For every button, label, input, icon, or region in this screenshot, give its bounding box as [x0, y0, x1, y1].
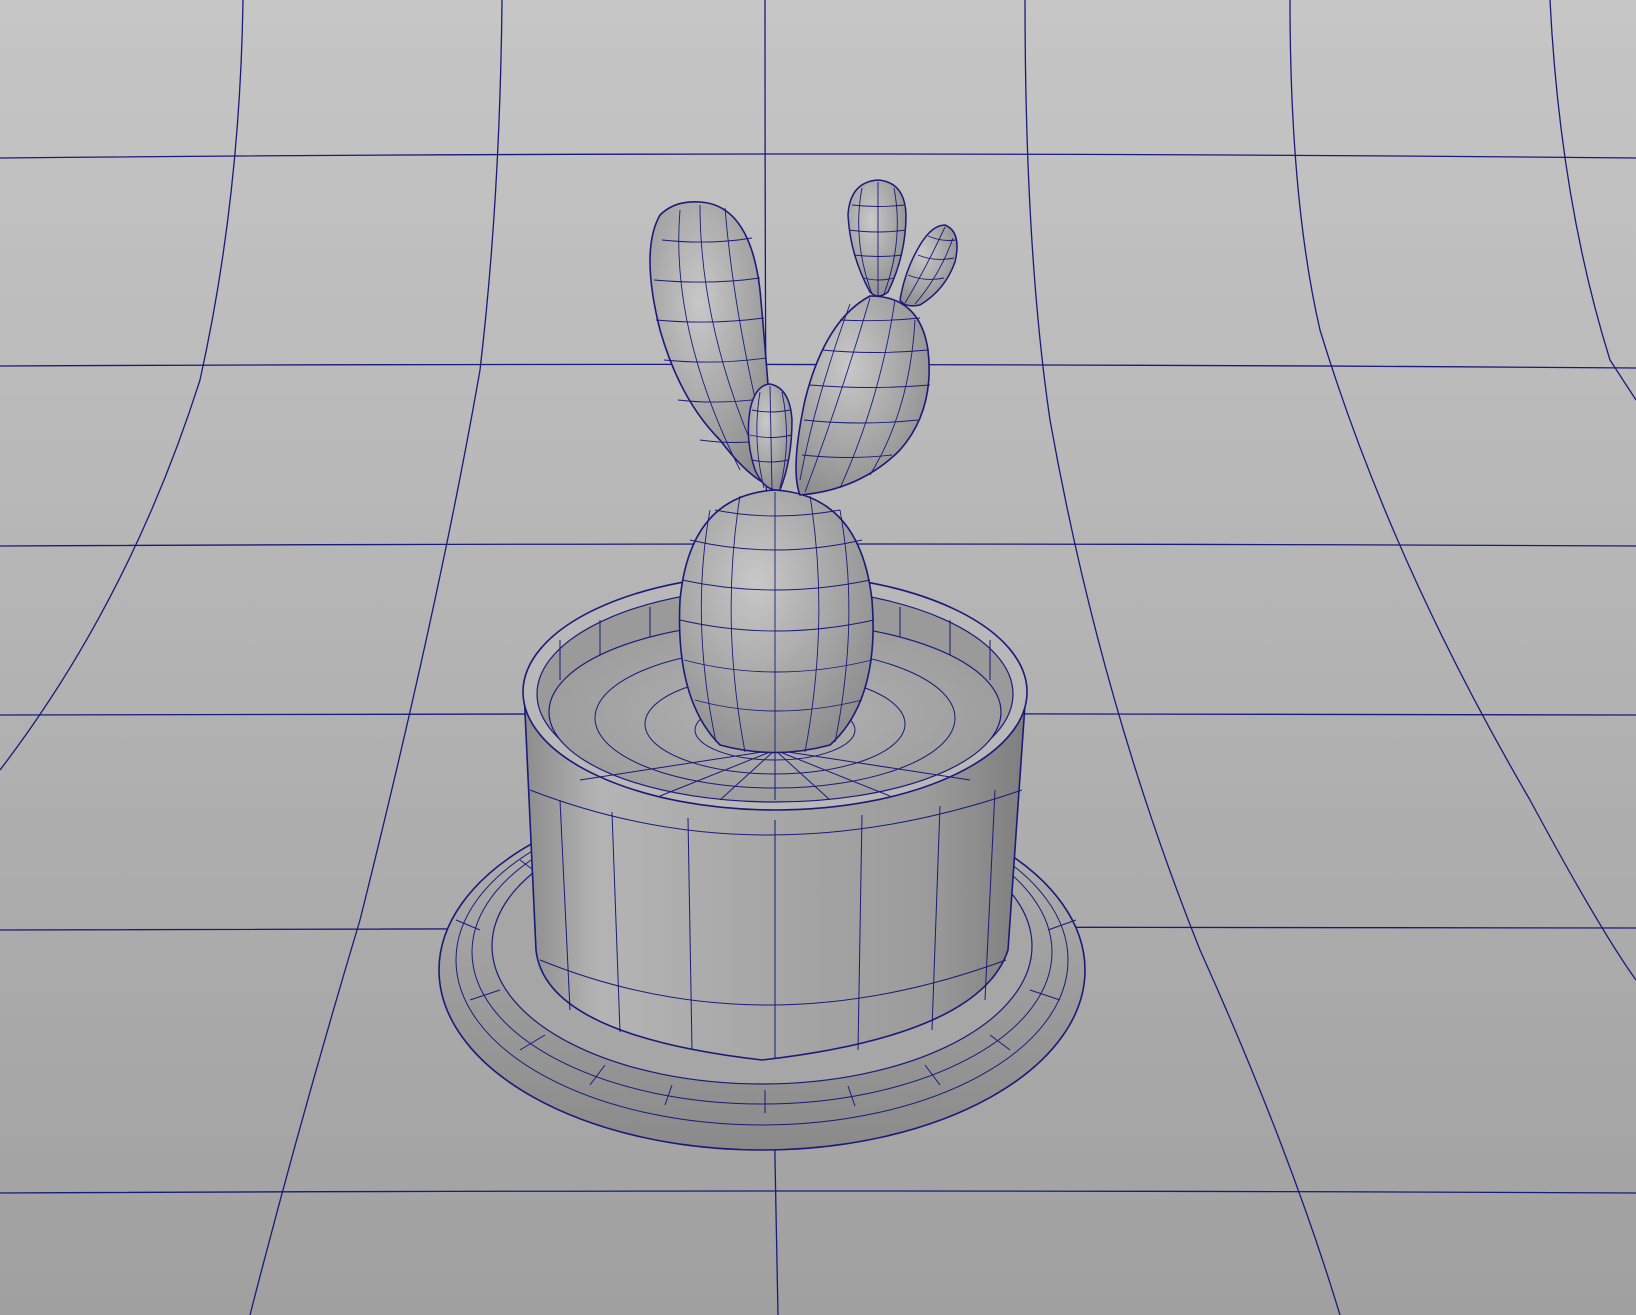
3d-viewport[interactable] [0, 0, 1636, 1315]
cactus-body [678, 489, 875, 755]
viewport-canvas[interactable] [0, 0, 1636, 1315]
